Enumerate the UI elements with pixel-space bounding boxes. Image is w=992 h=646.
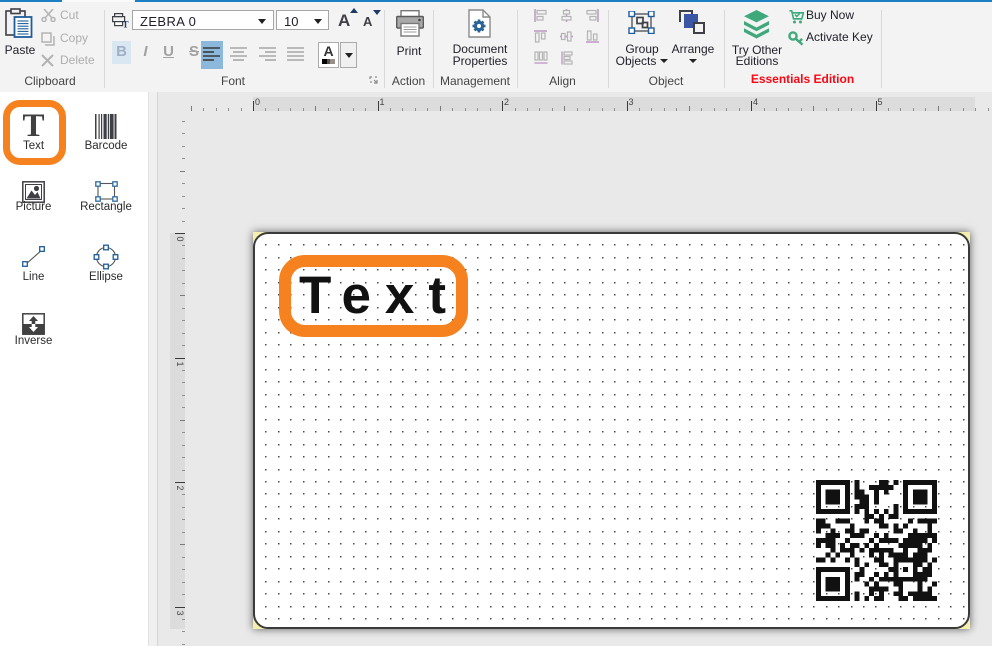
svg-text:T: T: [123, 20, 129, 29]
